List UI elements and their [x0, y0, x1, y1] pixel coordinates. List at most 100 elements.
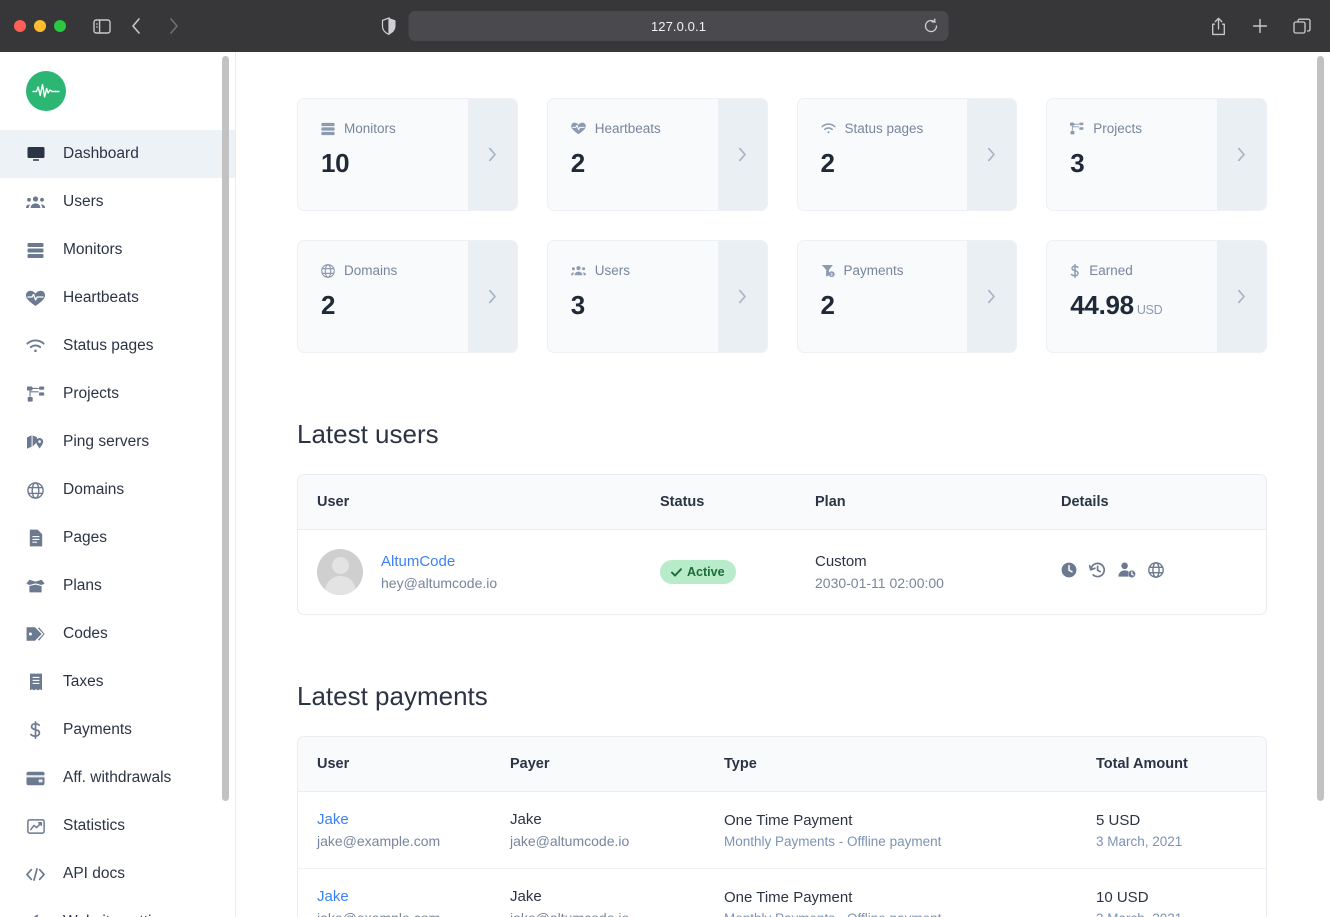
- dollar-icon: [26, 721, 45, 739]
- maximize-window-button[interactable]: [54, 20, 66, 32]
- table-row[interactable]: Jake jake@example.com Jake jake@altumcod…: [298, 869, 1266, 917]
- tab-overview-icon[interactable]: [1288, 12, 1316, 40]
- chevron-right-icon[interactable]: [717, 241, 767, 352]
- clock-icon[interactable]: [1061, 562, 1077, 583]
- table-row[interactable]: Jake jake@example.com Jake jake@altumcod…: [298, 792, 1266, 869]
- chevron-right-icon[interactable]: [1217, 99, 1266, 210]
- stat-card-domains[interactable]: Domains 2: [297, 240, 518, 353]
- sidebar-toggle-icon[interactable]: [88, 12, 116, 40]
- sidebar-item-codes[interactable]: Codes: [0, 610, 235, 658]
- reload-icon[interactable]: [924, 18, 939, 34]
- sidebar-item-domains[interactable]: Domains: [0, 466, 235, 514]
- chevron-right-icon[interactable]: [467, 99, 517, 210]
- sidebar-item-users[interactable]: Users: [0, 178, 235, 226]
- user-clock-icon[interactable]: [1118, 562, 1136, 583]
- stat-card-payments[interactable]: $ Payments 2: [796, 240, 1018, 353]
- sidebar-item-heartbeats[interactable]: Heartbeats: [0, 274, 235, 322]
- sidebar-item-projects[interactable]: Projects: [0, 370, 235, 418]
- main-content: Monitors 10 Heartbeats 2 Status pages 2 …: [236, 52, 1330, 917]
- chevron-right-icon[interactable]: [1217, 241, 1266, 352]
- sidebar-label: Statistics: [63, 817, 126, 834]
- stat-label: Domains: [344, 263, 398, 278]
- browser-chrome: 127.0.0.1: [0, 0, 1330, 52]
- globe-icon[interactable]: [1148, 561, 1164, 583]
- sidebar-item-status-pages[interactable]: Status pages: [0, 322, 235, 370]
- sidebar-nav: Dashboard Users Monitors Heartbeats Stat…: [0, 130, 235, 917]
- stat-value: 44.98: [1070, 290, 1134, 320]
- sidebar-item-pages[interactable]: Pages: [0, 514, 235, 562]
- stat-value: 10: [321, 148, 350, 178]
- payment-amount: 10 USD: [1096, 888, 1149, 906]
- wifi-icon: [26, 339, 45, 353]
- sidebar-item-monitors[interactable]: Monitors: [0, 226, 235, 274]
- money-check-icon: $: [821, 264, 835, 278]
- url-input[interactable]: 127.0.0.1: [408, 11, 949, 41]
- app-shell: Dashboard Users Monitors Heartbeats Stat…: [0, 52, 1330, 917]
- minimize-window-button[interactable]: [34, 20, 46, 32]
- column-header-type: Type: [724, 756, 757, 772]
- payment-user-link[interactable]: Jake: [317, 888, 510, 905]
- stat-card-earned[interactable]: Earned 44.98 USD: [1046, 240, 1267, 353]
- sidebar-label: Domains: [63, 481, 125, 498]
- stat-card-monitors[interactable]: Monitors 10: [297, 98, 518, 211]
- user-cell: AltumCode hey@altumcode.io: [298, 549, 660, 595]
- back-chevron-icon[interactable]: [122, 12, 150, 40]
- main-scrollbar[interactable]: [1317, 56, 1324, 801]
- payment-user-link[interactable]: Jake: [317, 811, 510, 828]
- sidebar-item-website-settings[interactable]: Website settings: [0, 898, 235, 917]
- chevron-right-icon[interactable]: [967, 99, 1017, 210]
- sidebar-item-plans[interactable]: Plans: [0, 562, 235, 610]
- sidebar-item-statistics[interactable]: Statistics: [0, 802, 235, 850]
- table-header-row: User Payer Type Total Amount: [298, 737, 1266, 792]
- window-controls[interactable]: [14, 20, 66, 32]
- stat-card-status-pages[interactable]: Status pages 2: [796, 98, 1018, 211]
- payment-amount-cell: 10 USD 3 March, 2021: [1096, 889, 1256, 917]
- chevron-right-icon[interactable]: [717, 99, 767, 210]
- stat-value: 2: [820, 148, 835, 178]
- latest-users-table: User Status Plan Details AltumCode hey@a…: [297, 474, 1267, 615]
- pulse-logo[interactable]: [26, 71, 66, 111]
- payment-date: 3 March, 2021: [1096, 911, 1256, 917]
- stat-value: 2: [321, 290, 336, 320]
- table-header-row: User Status Plan Details: [298, 475, 1266, 530]
- sidebar-item-taxes[interactable]: Taxes: [0, 658, 235, 706]
- column-header-user: User: [317, 756, 350, 772]
- stat-card-users[interactable]: Users 3: [546, 240, 768, 353]
- stat-label: Heartbeats: [594, 121, 661, 136]
- user-email: hey@altumcode.io: [381, 575, 498, 591]
- shield-icon[interactable]: [381, 17, 397, 35]
- table-row[interactable]: AltumCode hey@altumcode.io Active Custom…: [298, 530, 1266, 614]
- stat-unit: USD: [1136, 303, 1163, 317]
- chevron-right-icon[interactable]: [467, 241, 517, 352]
- sidebar-label: Codes: [63, 625, 108, 642]
- close-window-button[interactable]: [14, 20, 26, 32]
- sidebar-scrollbar[interactable]: [222, 56, 229, 801]
- wallet-icon: [26, 771, 45, 786]
- sidebar-item-ping-servers[interactable]: Ping servers: [0, 418, 235, 466]
- chevron-right-icon[interactable]: [967, 241, 1017, 352]
- tag-icon: [26, 626, 45, 642]
- stat-card-projects[interactable]: Projects 3: [1046, 98, 1267, 211]
- share-icon[interactable]: [1204, 12, 1232, 40]
- column-header-total-amount: Total Amount: [1096, 756, 1188, 772]
- sidebar-item-api-docs[interactable]: API docs: [0, 850, 235, 898]
- history-icon[interactable]: [1088, 562, 1106, 583]
- user-name-link[interactable]: AltumCode: [381, 553, 497, 570]
- sidebar-item-aff-withdrawals[interactable]: Aff. withdrawals: [0, 754, 235, 802]
- payment-user-cell: Jake jake@example.com: [298, 811, 510, 849]
- stat-value: 3: [1070, 148, 1085, 178]
- plus-icon[interactable]: [1246, 12, 1274, 40]
- forward-chevron-icon[interactable]: [160, 12, 188, 40]
- column-header-plan: Plan: [815, 494, 846, 510]
- payment-type: One Time Payment: [724, 811, 853, 829]
- plan-name: Custom: [815, 553, 867, 570]
- latest-payments-table: User Payer Type Total Amount Jake jake@e…: [297, 736, 1267, 917]
- stat-label: Monitors: [344, 121, 396, 136]
- sidebar-item-dashboard[interactable]: Dashboard: [0, 130, 235, 178]
- stat-label: Earned: [1089, 263, 1133, 278]
- payment-amount: 5 USD: [1096, 811, 1141, 829]
- sidebar-item-payments[interactable]: Payments: [0, 706, 235, 754]
- receipt-icon: [26, 673, 45, 691]
- stat-card-heartbeats[interactable]: Heartbeats 2: [546, 98, 768, 211]
- status-cell: Active: [660, 560, 815, 584]
